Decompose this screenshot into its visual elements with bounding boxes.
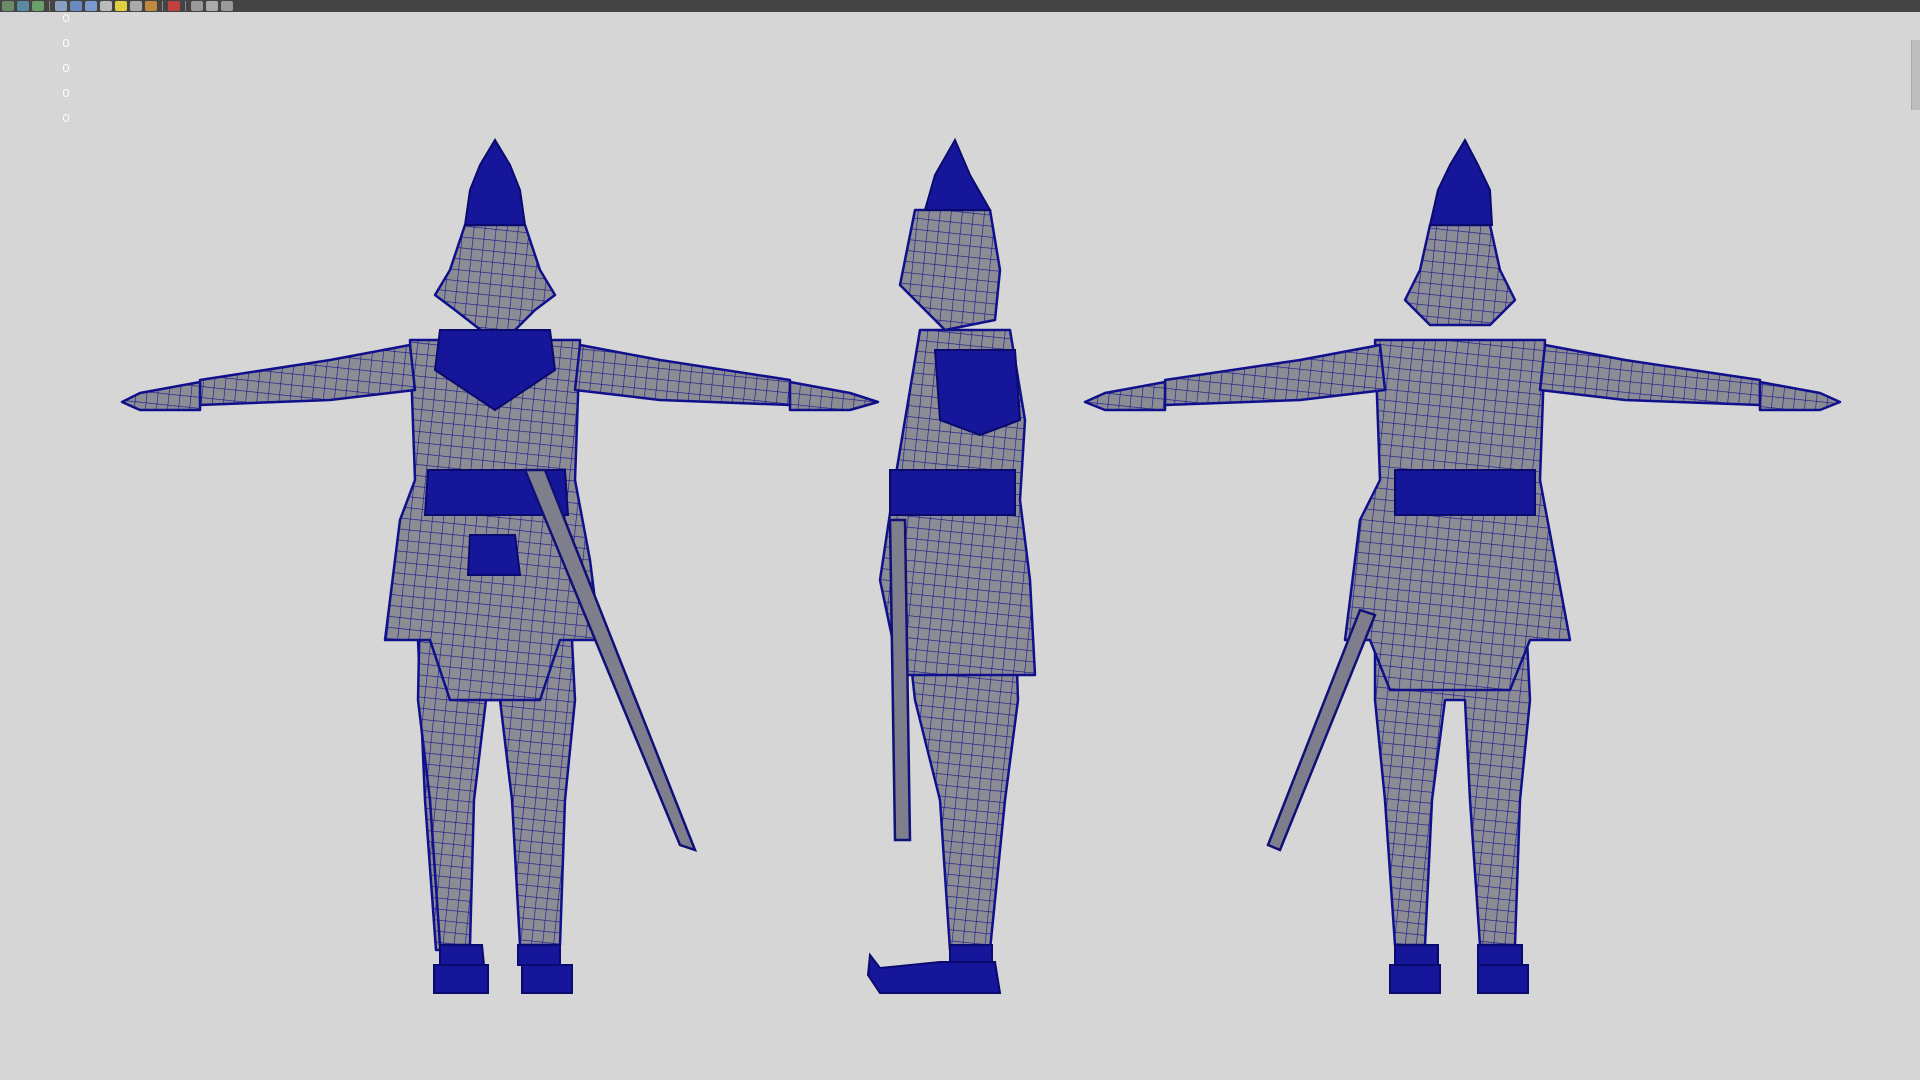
front-feet <box>433 964 573 994</box>
3d-viewport[interactable] <box>0 12 1920 1080</box>
sphere-icon[interactable] <box>130 1 142 11</box>
shaded-cube-icon[interactable] <box>70 1 82 11</box>
back-sash <box>1394 469 1536 516</box>
render-icon[interactable] <box>221 1 233 11</box>
lasso-icon[interactable] <box>17 1 29 11</box>
front-view-character[interactable] <box>120 138 880 994</box>
back-anklets <box>1394 944 1523 966</box>
paint-icon[interactable] <box>32 1 44 11</box>
checker-icon[interactable] <box>100 1 112 11</box>
back-turban-crown <box>1428 137 1494 226</box>
back-sword <box>1266 608 1377 852</box>
front-head <box>433 223 557 347</box>
back-view-character[interactable] <box>1083 137 1842 994</box>
textured-cube-icon[interactable] <box>85 1 97 11</box>
toolbar-separator <box>162 1 163 11</box>
select-icon[interactable] <box>2 1 14 11</box>
isolate-icon[interactable] <box>191 1 203 11</box>
front-turban-crown <box>463 138 527 226</box>
material-icon[interactable] <box>145 1 157 11</box>
toolbar-separator <box>185 1 186 11</box>
back-head <box>1403 223 1517 327</box>
side-sword <box>888 518 912 842</box>
front-belt-knot <box>466 534 522 576</box>
back-feet <box>1389 964 1529 994</box>
side-shoulder-armor <box>933 349 1022 437</box>
side-sash <box>889 469 1016 516</box>
front-anklets <box>439 944 561 966</box>
viewport-toolbar <box>0 0 1920 12</box>
side-anklet <box>949 944 993 963</box>
toolbar-separator <box>49 1 50 11</box>
light-bulb-icon[interactable] <box>115 1 127 11</box>
side-head <box>898 208 1002 332</box>
side-turban-crown <box>923 137 992 211</box>
xray-icon[interactable] <box>168 1 180 11</box>
camera-icon[interactable] <box>206 1 218 11</box>
side-view-character[interactable] <box>866 137 1037 994</box>
cube-icon[interactable] <box>55 1 67 11</box>
